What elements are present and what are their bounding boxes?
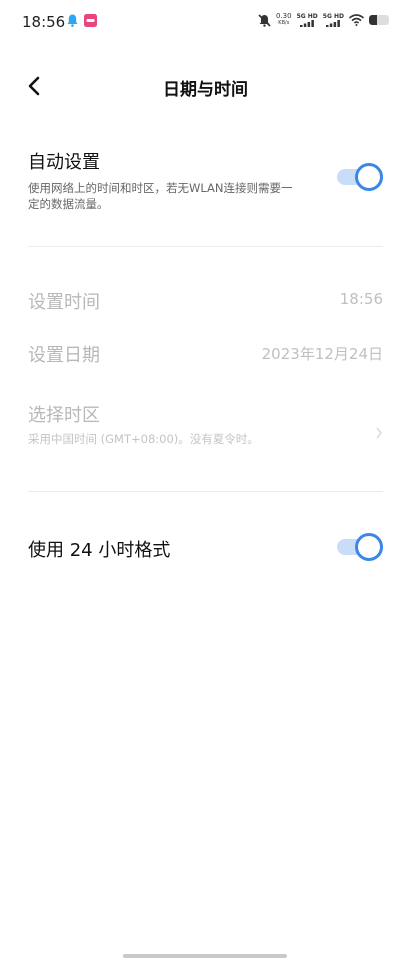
page-title: 日期与时间: [163, 80, 248, 100]
format-24h-row[interactable]: 使用 24 小时格式: [28, 533, 383, 564]
home-indicator[interactable]: [123, 954, 287, 958]
app-notification-icon: [84, 14, 97, 27]
signal-2: 5G HD: [323, 13, 344, 27]
net-speed-value: 0.30: [276, 12, 292, 20]
wifi-icon: [349, 14, 364, 26]
signal-bars-icon: [326, 20, 341, 27]
signal-1-label: 5G HD: [296, 13, 318, 20]
status-bar: 18:56 0.30 KB/s 5G HD 5G HD: [0, 0, 411, 44]
bell-notification-icon: [67, 14, 78, 27]
auto-setting-row[interactable]: 自动设置 使用网络上的时间和时区，若无WLAN连接则需要一定的数据流量。: [28, 148, 383, 218]
set-time-title: 设置时间: [28, 292, 100, 313]
chevron-right-icon: [376, 427, 383, 439]
timezone-title: 选择时区: [28, 405, 100, 426]
battery-icon: [369, 15, 389, 25]
set-date-value: 2023年12月24日: [261, 345, 383, 363]
battery-fill: [369, 15, 377, 25]
header: 日期与时间: [0, 66, 411, 106]
mute-bell-icon: [258, 13, 271, 27]
status-time: 18:56: [22, 13, 66, 31]
timezone-row[interactable]: 选择时区 采用中国时间 (GMT+08:00)。没有夏令时。: [28, 401, 383, 453]
signal-bars-icon: [300, 20, 315, 27]
set-time-value: 18:56: [339, 290, 383, 308]
auto-setting-toggle[interactable]: [337, 163, 383, 191]
toggle-knob: [355, 533, 383, 561]
auto-setting-description: 使用网络上的时间和时区，若无WLAN连接则需要一定的数据流量。: [28, 181, 293, 211]
toggle-knob: [355, 163, 383, 191]
set-time-row[interactable]: 设置时间 18:56: [28, 288, 383, 318]
notification-icons: [67, 14, 97, 27]
signal-2-label: 5G HD: [322, 13, 344, 20]
timezone-description: 采用中国时间 (GMT+08:00)。没有夏令时。: [28, 432, 259, 446]
format-24h-title: 使用 24 小时格式: [28, 540, 171, 561]
set-date-row[interactable]: 设置日期 2023年12月24日: [28, 341, 383, 371]
auto-setting-title: 自动设置: [28, 152, 100, 173]
net-speed-unit: KB/s: [278, 20, 290, 26]
format-24h-toggle[interactable]: [337, 533, 383, 561]
divider: [28, 246, 383, 247]
net-speed: 0.30 KB/s: [276, 13, 292, 27]
status-icons: 0.30 KB/s 5G HD 5G HD: [258, 13, 389, 27]
divider: [28, 491, 383, 492]
signal-1: 5G HD: [297, 13, 318, 27]
